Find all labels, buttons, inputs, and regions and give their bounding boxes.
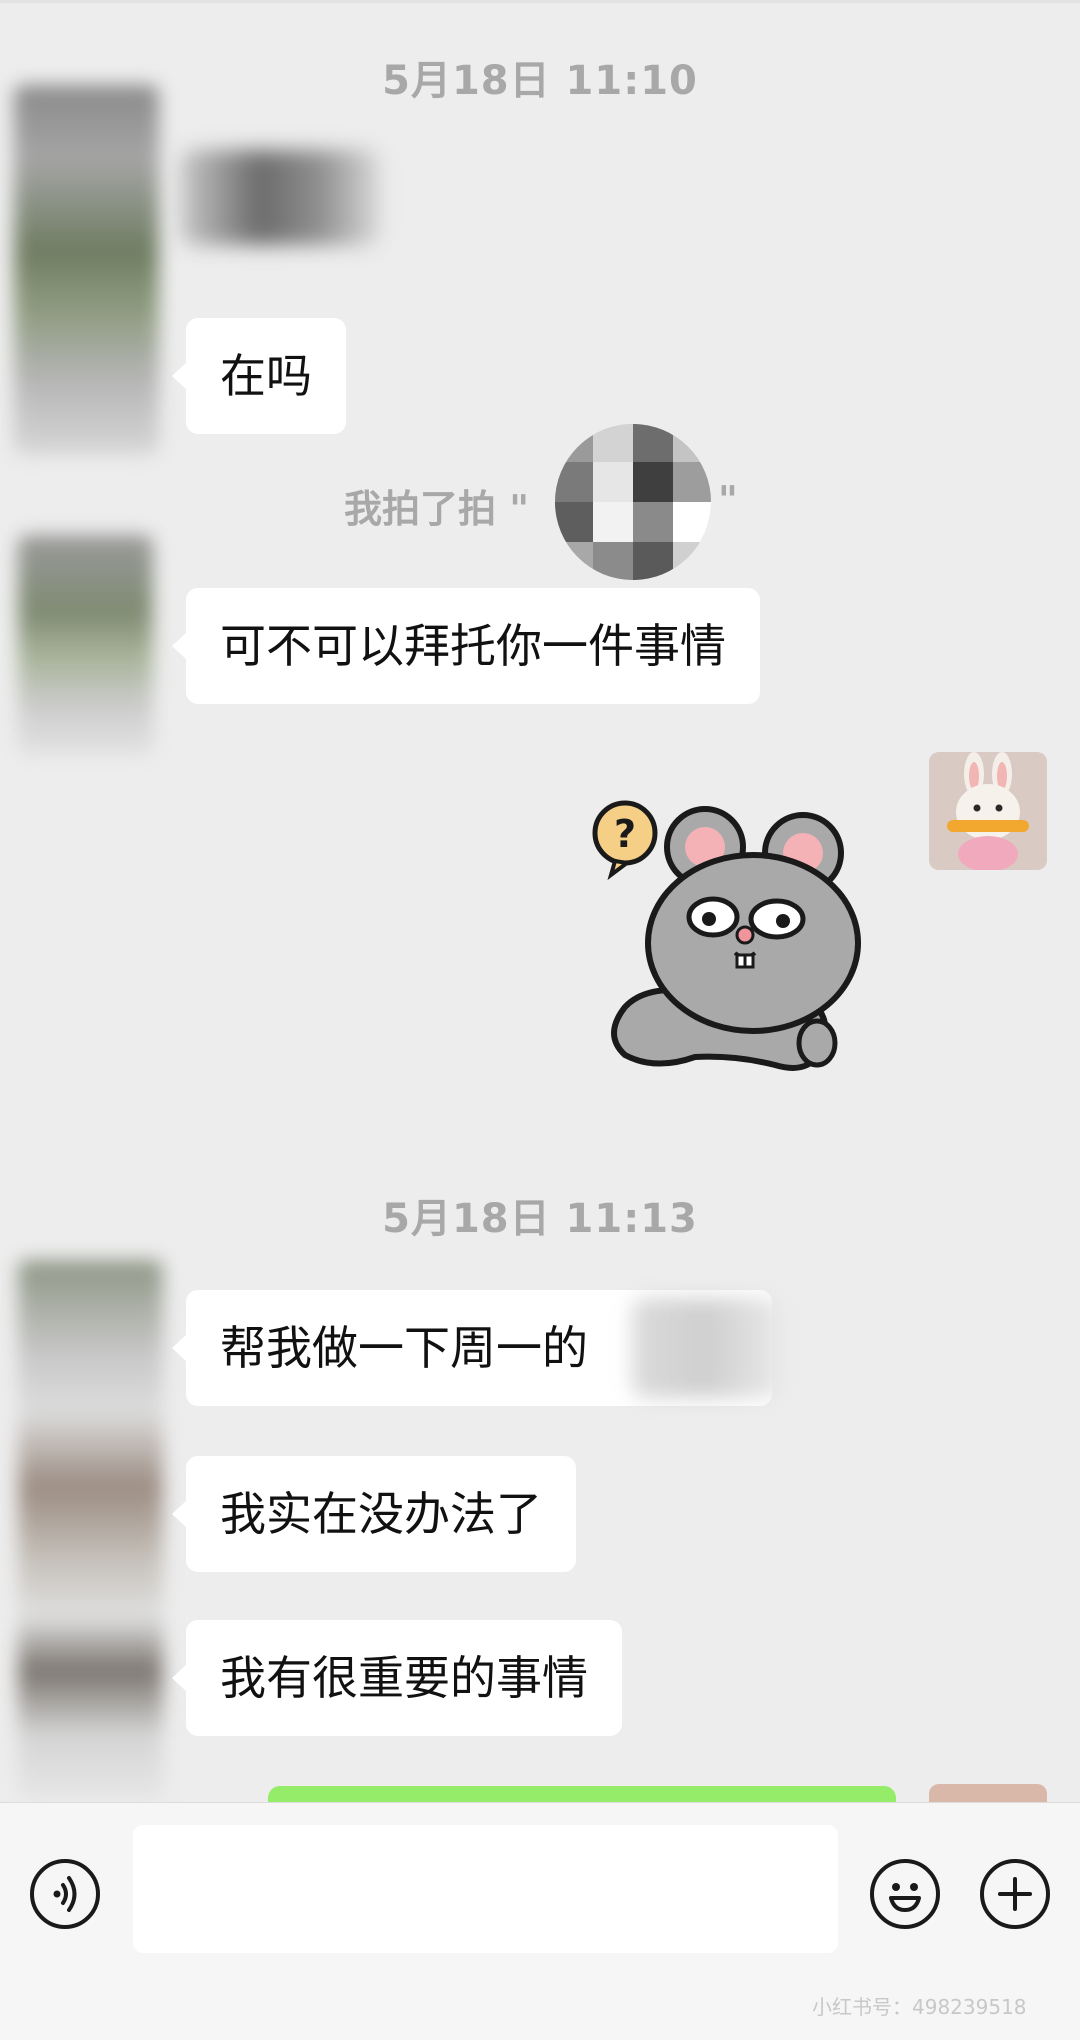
- watermark: 小红书号：498239518: [812, 1995, 1027, 2019]
- contact-avatar[interactable]: [18, 535, 153, 755]
- top-divider: [0, 0, 1080, 3]
- my-avatar[interactable]: [929, 752, 1047, 870]
- timestamp-1: 5月18日 11:10: [382, 58, 698, 104]
- pat-system-message: 我拍了拍 ": [344, 478, 529, 533]
- contact-avatar[interactable]: [14, 85, 159, 455]
- timestamp-2: 5月18日 11:13: [382, 1196, 698, 1242]
- incoming-message[interactable]: 可不可以拜托你一件事情: [172, 588, 760, 704]
- plus-icon[interactable]: [980, 1859, 1050, 1929]
- plus-sign-icon: [998, 1877, 1032, 1911]
- bunny-avatar-icon: [929, 752, 1047, 870]
- incoming-message[interactable]: 我有很重要的事情: [172, 1620, 622, 1736]
- pat-target-avatar-redacted: [555, 424, 711, 580]
- voice-icon[interactable]: [30, 1859, 100, 1929]
- smiley-face-icon: [889, 1883, 921, 1912]
- contact-avatar[interactable]: [18, 1260, 163, 1800]
- voice-waves-icon: [53, 1876, 77, 1912]
- incoming-message-text: 帮我做一下周一的: [220, 1321, 588, 1375]
- emoji-icon[interactable]: [870, 1859, 940, 1929]
- pat-suffix: ": [718, 478, 738, 522]
- message-input[interactable]: [133, 1825, 838, 1953]
- question-mark-icon: ?: [614, 812, 636, 856]
- message-text-redacted: [632, 1298, 782, 1398]
- input-bar: 小红书号：498239518: [0, 1802, 1080, 2040]
- contact-name-redacted: [180, 150, 380, 245]
- incoming-message[interactable]: 在吗: [172, 318, 346, 434]
- pat-prefix: 我拍了拍 ": [344, 487, 530, 531]
- incoming-message[interactable]: 我实在没办法了: [172, 1456, 576, 1572]
- gray-mouse-question-sticker[interactable]: ?: [585, 795, 865, 1095]
